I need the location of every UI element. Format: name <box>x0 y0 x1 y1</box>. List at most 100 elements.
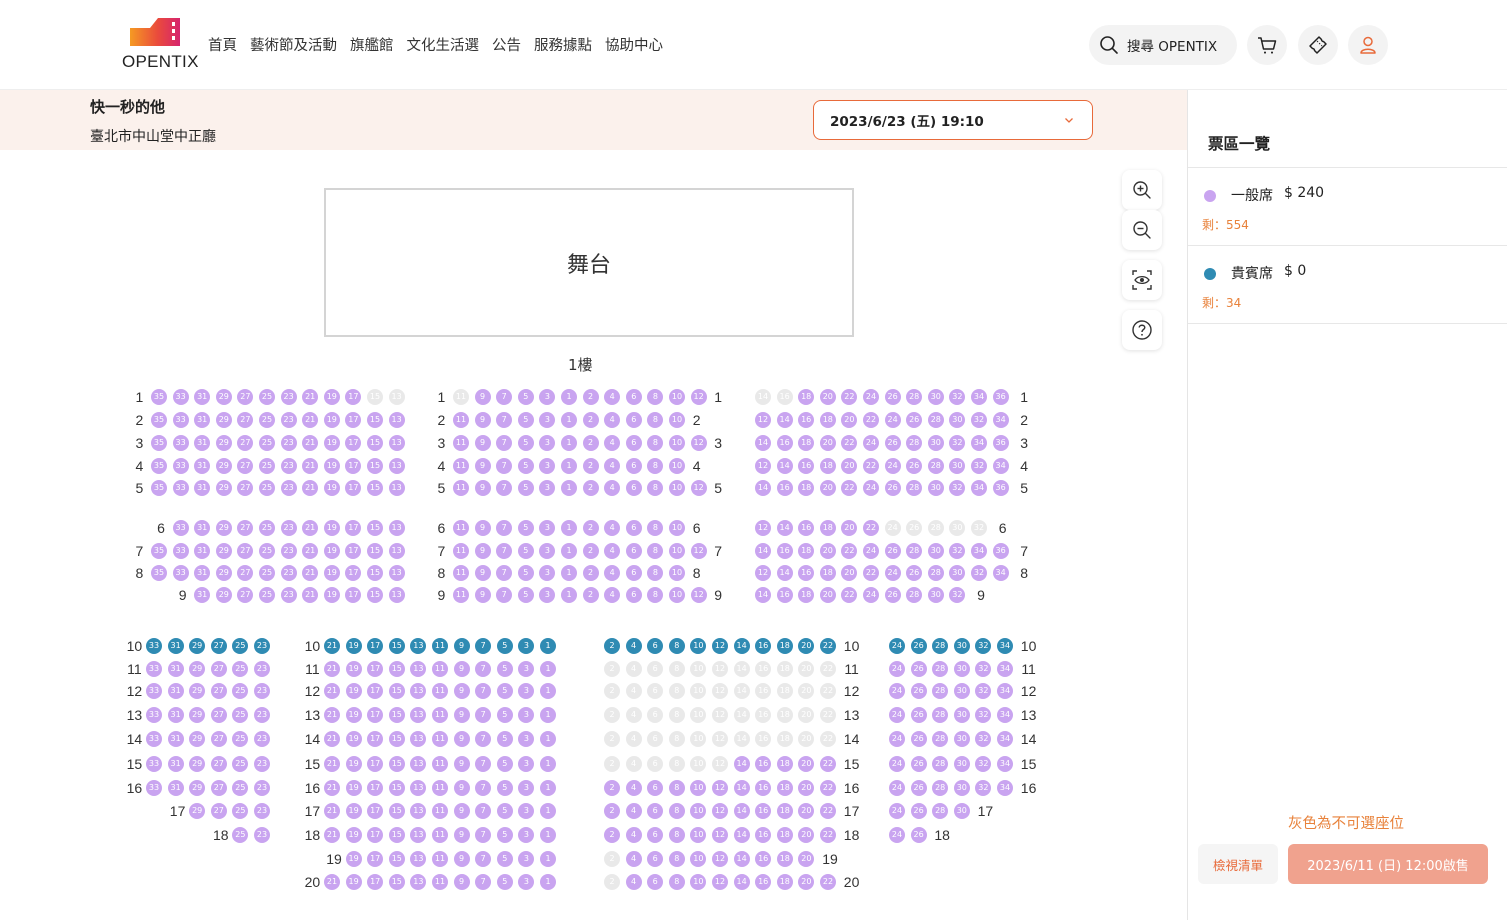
seat[interactable]: 1 <box>561 543 577 559</box>
seat[interactable]: 9 <box>474 435 491 451</box>
seat[interactable]: 9 <box>453 780 470 796</box>
seat[interactable]: 34 <box>971 543 987 559</box>
seat[interactable]: 15 <box>367 458 383 474</box>
seat[interactable]: 16 <box>776 587 793 603</box>
seat[interactable]: 23 <box>280 389 297 405</box>
seat[interactable]: 15 <box>388 756 405 772</box>
seat[interactable]: 22 <box>863 412 879 428</box>
seat[interactable]: 8 <box>647 565 664 581</box>
seat[interactable]: 29 <box>215 389 232 405</box>
seat[interactable]: 11 <box>453 543 469 559</box>
seat[interactable]: 35 <box>151 435 167 451</box>
seat[interactable]: 11 <box>432 683 448 699</box>
nav-home[interactable]: 首頁 <box>208 34 237 55</box>
seat[interactable]: 13 <box>388 458 405 474</box>
seat[interactable]: 7 <box>475 638 492 654</box>
seat[interactable]: 28 <box>927 412 944 428</box>
seat[interactable]: 27 <box>237 435 254 451</box>
seat[interactable]: 7 <box>475 756 492 772</box>
seat[interactable]: 2 <box>604 638 620 654</box>
seat[interactable]: 21 <box>324 874 340 890</box>
seat[interactable]: 15 <box>388 874 405 890</box>
seat[interactable]: 30 <box>953 731 970 747</box>
seat[interactable]: 34 <box>997 707 1013 723</box>
seat[interactable]: 3 <box>539 480 556 496</box>
seat[interactable]: 7 <box>475 707 492 723</box>
seat[interactable]: 17 <box>367 661 384 677</box>
seat[interactable]: 31 <box>194 587 211 603</box>
seat[interactable]: 27 <box>237 587 254 603</box>
seat[interactable]: 29 <box>215 565 232 581</box>
seat[interactable]: 34 <box>992 565 1009 581</box>
seat[interactable]: 4 <box>604 480 621 496</box>
seat[interactable]: 8 <box>647 587 664 603</box>
seat[interactable]: 10 <box>690 638 707 654</box>
seat[interactable]: 14 <box>755 435 771 451</box>
seat[interactable]: 27 <box>237 543 254 559</box>
seat[interactable]: 30 <box>953 707 970 723</box>
seat[interactable]: 5 <box>496 731 513 747</box>
seat[interactable]: 33 <box>172 435 189 451</box>
seat[interactable]: 27 <box>237 389 254 405</box>
seat[interactable]: 5 <box>517 543 534 559</box>
seat[interactable]: 16 <box>798 520 815 536</box>
seat[interactable]: 34 <box>992 458 1009 474</box>
seat[interactable]: 14 <box>776 565 793 581</box>
seat[interactable]: 13 <box>410 707 427 723</box>
seat[interactable]: 32 <box>975 683 992 699</box>
seat[interactable]: 30 <box>953 780 970 796</box>
seat[interactable]: 18 <box>798 543 815 559</box>
seat[interactable]: 21 <box>324 661 340 677</box>
seat[interactable]: 18 <box>776 827 793 843</box>
seat[interactable]: 19 <box>323 520 340 536</box>
seat[interactable]: 3 <box>518 638 535 654</box>
seat[interactable]: 3 <box>518 756 535 772</box>
seat[interactable]: 27 <box>237 458 254 474</box>
seat[interactable]: 24 <box>889 707 905 723</box>
seat[interactable]: 5 <box>496 780 513 796</box>
seat[interactable]: 17 <box>345 435 362 451</box>
seat[interactable]: 5 <box>517 435 534 451</box>
seat[interactable]: 26 <box>910 731 927 747</box>
seat[interactable]: 4 <box>604 587 621 603</box>
seat[interactable]: 4 <box>625 827 642 843</box>
seat[interactable]: 14 <box>776 458 793 474</box>
seat[interactable]: 6 <box>647 851 664 867</box>
seat[interactable]: 25 <box>259 480 275 496</box>
seat[interactable]: 5 <box>517 565 534 581</box>
seat[interactable]: 7 <box>475 874 492 890</box>
seat[interactable]: 17 <box>345 587 362 603</box>
seat[interactable]: 33 <box>172 412 189 428</box>
seat[interactable]: 11 <box>432 780 448 796</box>
seat[interactable]: 20 <box>819 480 836 496</box>
seat[interactable]: 12 <box>712 827 728 843</box>
seat[interactable]: 1 <box>540 780 556 796</box>
seat[interactable]: 8 <box>668 827 685 843</box>
seat[interactable]: 27 <box>210 638 227 654</box>
seat[interactable]: 5 <box>496 683 513 699</box>
seat[interactable]: 17 <box>367 707 384 723</box>
seat[interactable]: 10 <box>669 587 685 603</box>
seat[interactable]: 20 <box>841 520 858 536</box>
seat[interactable]: 2 <box>604 827 620 843</box>
seat[interactable]: 31 <box>194 458 211 474</box>
seat[interactable]: 33 <box>172 565 189 581</box>
seat[interactable]: 13 <box>388 565 405 581</box>
seat[interactable]: 25 <box>259 435 275 451</box>
seat[interactable]: 13 <box>410 661 427 677</box>
seat[interactable]: 30 <box>949 458 966 474</box>
seat[interactable]: 29 <box>189 638 206 654</box>
seat[interactable]: 13 <box>410 827 427 843</box>
seat[interactable]: 6 <box>625 412 642 428</box>
seat[interactable]: 32 <box>949 587 966 603</box>
seat[interactable]: 12 <box>690 435 707 451</box>
seat[interactable]: 29 <box>215 543 232 559</box>
seat[interactable]: 19 <box>345 851 362 867</box>
seat[interactable]: 21 <box>302 543 319 559</box>
seat[interactable]: 16 <box>798 412 815 428</box>
seat[interactable]: 34 <box>997 683 1013 699</box>
session-date-select[interactable]: 2023/6/23 (五) 19:10 <box>813 100 1093 140</box>
seat[interactable]: 26 <box>906 412 923 428</box>
seat[interactable]: 24 <box>884 458 901 474</box>
seat[interactable]: 21 <box>324 731 340 747</box>
